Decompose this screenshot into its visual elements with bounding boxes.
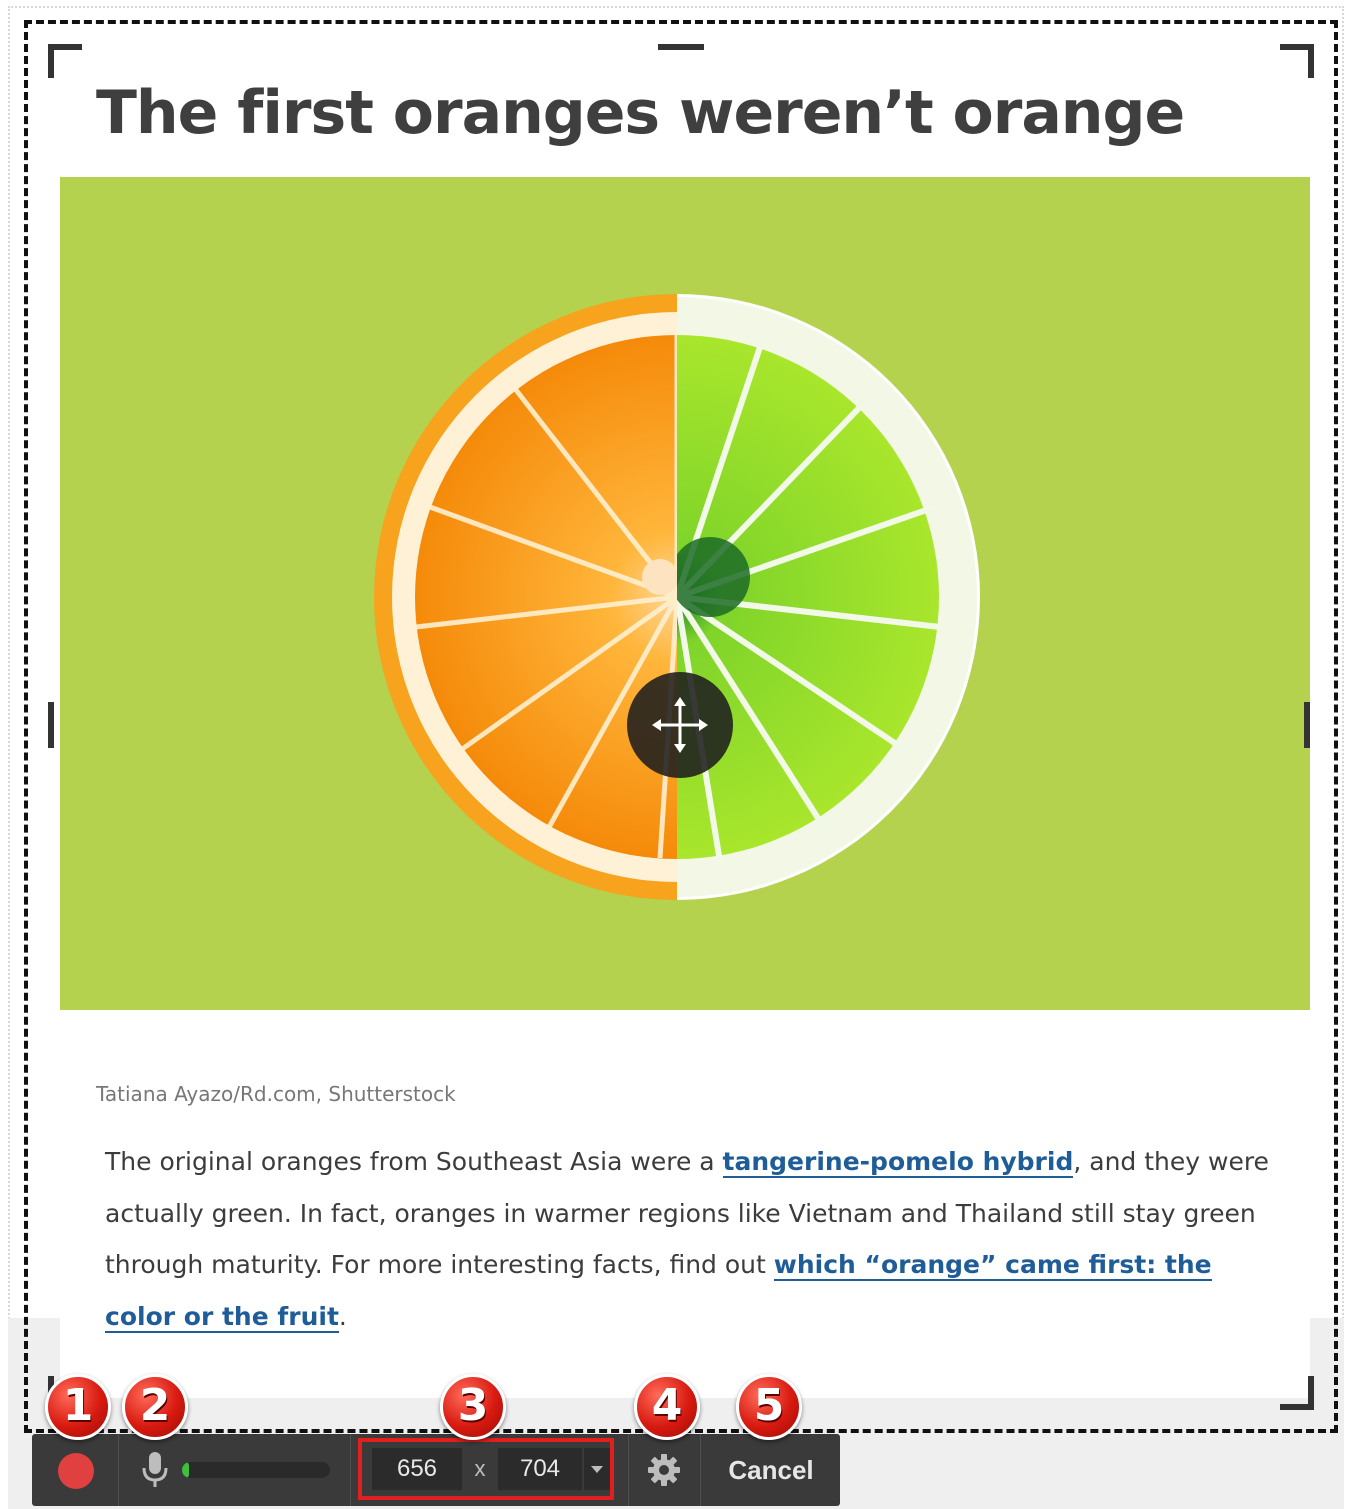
callout-badge-4: 4 [634,1374,700,1440]
callout-badge-2: 2 [122,1374,188,1440]
hero-image [60,177,1310,1010]
image-credit: Tatiana Ayazo/Rd.com, Shutterstock [96,1082,456,1106]
dimension-separator: x [474,1456,486,1481]
paragraph-text-1: The original oranges from Southeast Asia… [105,1147,723,1176]
toolbar-divider [700,1434,701,1506]
recording-toolbar: 656 x 704 Cancel [32,1434,840,1506]
move-arrows-icon [652,697,708,753]
mic-level-meter [182,1462,330,1478]
orange-lime-half-image [374,294,980,900]
resize-handle-top-right[interactable] [1280,44,1314,78]
resize-handle-bottom-right[interactable] [1280,1376,1314,1410]
resize-handle-left[interactable] [48,702,54,748]
link-tangerine-pomelo-hybrid[interactable]: tangerine-pomelo hybrid [722,1147,1074,1178]
record-button[interactable] [58,1453,94,1489]
resize-handle-top[interactable] [658,44,704,50]
toolbar-divider [118,1434,119,1506]
size-preset-dropdown[interactable] [584,1448,610,1490]
chevron-down-icon [591,1466,603,1473]
move-handle[interactable] [627,672,733,778]
settings-button[interactable] [646,1452,682,1488]
mic-level-fill [182,1462,190,1478]
width-input[interactable]: 656 [372,1448,462,1490]
microphone-button[interactable] [140,1450,170,1490]
cancel-button[interactable]: Cancel [712,1434,830,1506]
microphone-icon [142,1452,168,1487]
toolbar-divider [628,1434,629,1506]
callout-badge-5: 5 [736,1374,802,1440]
resize-handle-right[interactable] [1304,702,1310,748]
callout-badge-1: 1 [45,1374,111,1440]
dimensions-highlight: 656 x 704 [358,1438,614,1500]
resize-handle-top-left[interactable] [48,44,82,78]
height-input[interactable]: 704 [498,1448,582,1490]
gear-icon [648,1454,680,1486]
callout-badge-3: 3 [440,1374,506,1440]
article-title: The first oranges weren’t orange [96,78,1185,148]
toolbar-divider [350,1434,351,1506]
article-paragraph: The original oranges from Southeast Asia… [105,1136,1275,1342]
paragraph-text-3: . [338,1301,347,1331]
